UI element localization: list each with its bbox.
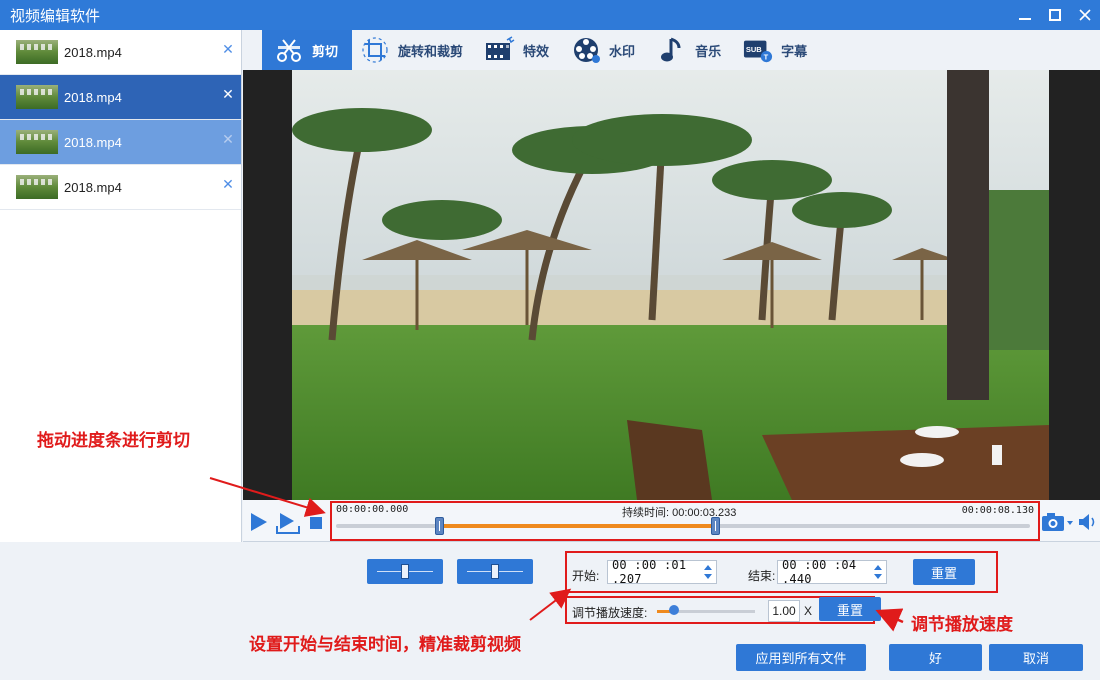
annotation-arrows	[209, 477, 904, 632]
